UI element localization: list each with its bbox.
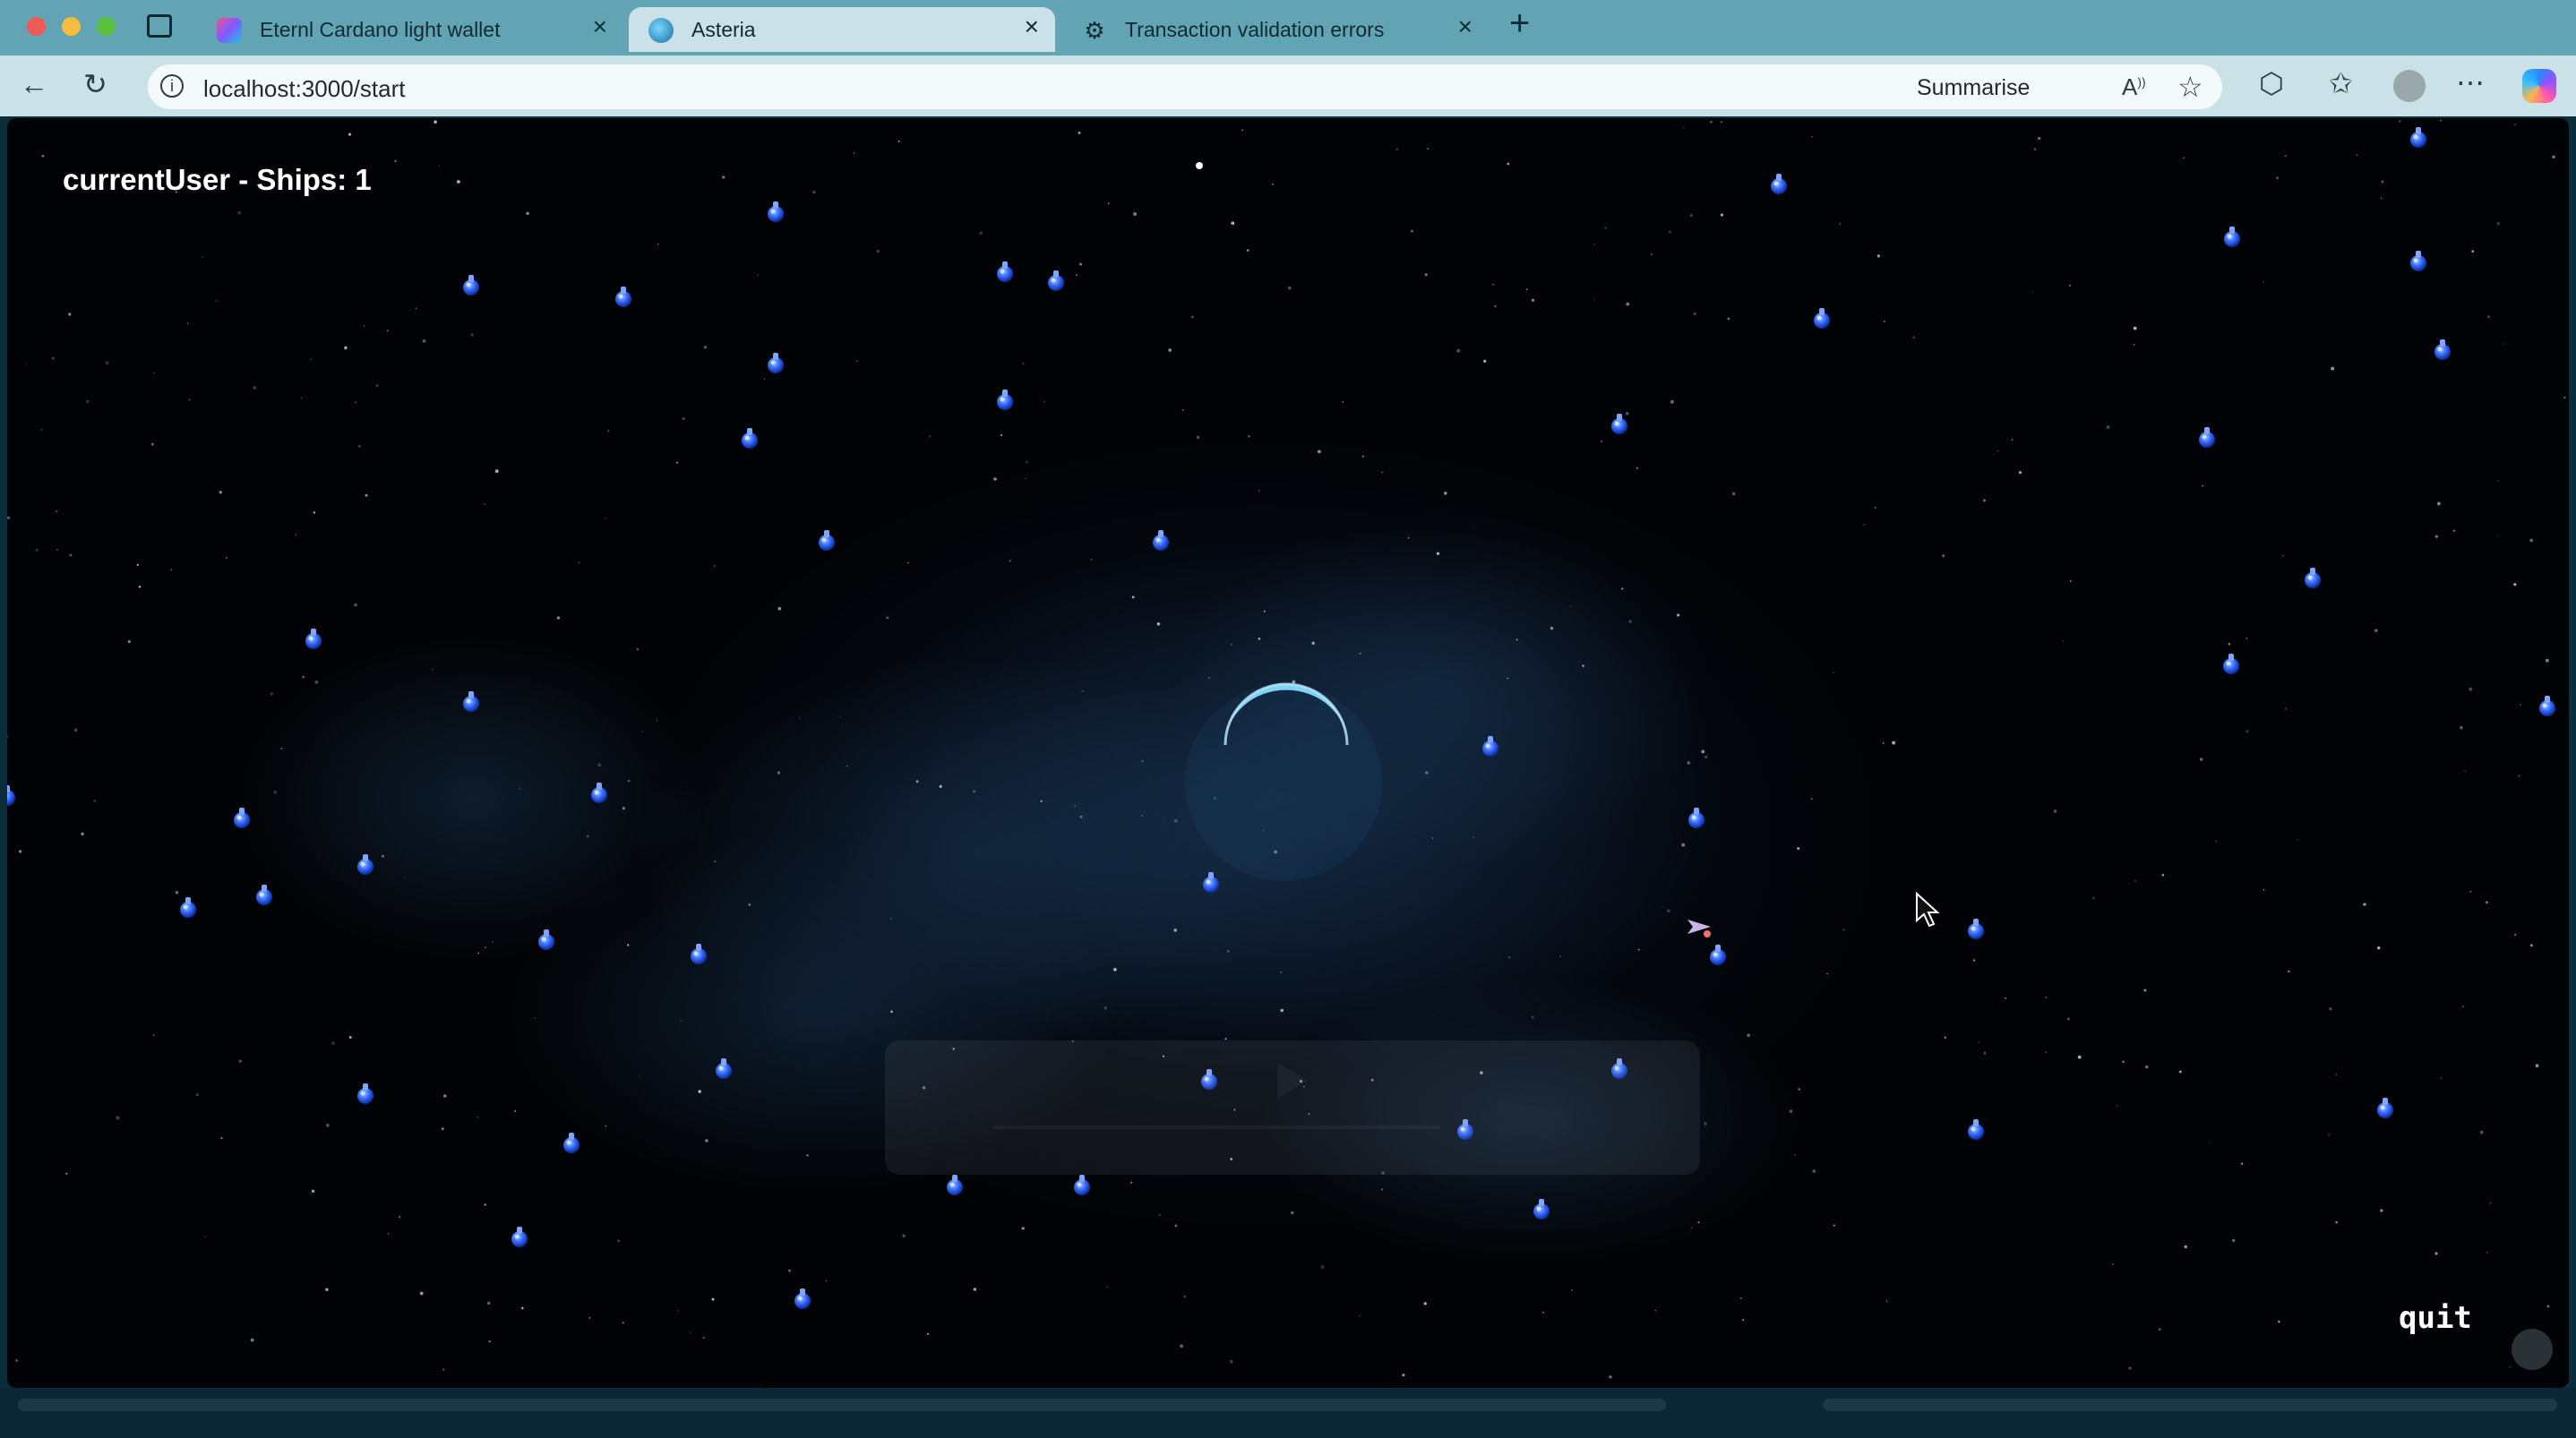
fuel-pellet-icon (2434, 339, 2451, 360)
fuel-pellet-icon (615, 287, 631, 307)
extensions-icon[interactable]: ⬡ (2259, 69, 2284, 98)
video-controls-overlay (885, 1040, 1700, 1175)
browser-toolbar: ← ↻ i localhost:3000/start Summarise A))… (0, 56, 2576, 116)
player-status-label: currentUser - Ships: 1 (63, 163, 372, 196)
fuel-pellet-icon (819, 530, 835, 551)
favorite-star-icon[interactable]: ☆ (2177, 70, 2203, 104)
eternl-favicon-icon (217, 18, 242, 43)
player-ship-icon[interactable] (1687, 920, 1711, 937)
fuel-pellet-icon (742, 428, 758, 449)
fuel-pellet-icon (305, 629, 322, 649)
fuel-pellet-icon (1771, 174, 1787, 194)
fuel-pellet-icon (511, 1227, 528, 1247)
minimize-window-button[interactable] (62, 17, 81, 36)
fuel-pellet-icon (256, 885, 272, 905)
secondary-track (1823, 1399, 2557, 1411)
quit-button[interactable]: quit (2399, 1300, 2472, 1336)
fuel-pellet-icon (1611, 414, 1627, 434)
read-aloud-icon[interactable]: A)) (2122, 73, 2146, 101)
fuel-pellet-icon (180, 897, 196, 918)
fuel-pellet-icon (2223, 654, 2239, 674)
bottom-status-bar (0, 1388, 2576, 1438)
fuel-pellet-icon (997, 389, 1013, 410)
fuel-pellet-icon (563, 1133, 580, 1153)
close-tab-icon[interactable]: × (1458, 14, 1473, 39)
fuel-pellet-icon (2199, 427, 2215, 448)
fuel-pellet-icon (997, 261, 1013, 282)
fuel-pellet-icon (1968, 919, 1984, 939)
address-bar[interactable]: i localhost:3000/start Summarise A)) ☆ (148, 64, 2222, 109)
url-text[interactable]: localhost:3000/start (203, 75, 405, 103)
bright-star (1196, 162, 1203, 169)
tab-eternl[interactable]: Eternl Cardano light wallet × (197, 7, 623, 52)
game-viewport[interactable]: currentUser - Ships: 1 quit (7, 118, 2569, 1388)
fuel-pellet-icon (1814, 308, 1830, 329)
starfield (7, 119, 2566, 1387)
fuel-pellet-icon (2539, 696, 2555, 716)
screenshot-scan-icon[interactable] (2512, 1329, 2553, 1370)
planet-icon (1185, 682, 1382, 881)
browser-chrome: Eternl Cardano light wallet × Asteria × … (0, 0, 2576, 116)
profile-avatar[interactable] (2393, 70, 2426, 102)
gear-favicon-icon: ⚙ (1084, 17, 1105, 44)
more-menu-icon[interactable]: ⋯ (2456, 68, 2485, 97)
progress-track (18, 1399, 1666, 1411)
fuel-pellet-icon (7, 785, 15, 806)
fuel-pellet-icon (1968, 1119, 1984, 1140)
tab-title: Asteria (691, 18, 756, 41)
tab-title: Eternl Cardano light wallet (260, 18, 501, 41)
fuel-pellet-icon (463, 275, 479, 295)
maximize-window-button[interactable] (97, 17, 116, 36)
reload-icon[interactable]: ↻ (83, 70, 107, 98)
fuel-pellet-icon (794, 1288, 811, 1309)
fuel-pellet-icon (1710, 945, 1726, 965)
fuel-pellet-icon (2305, 568, 2321, 588)
fuel-pellet-icon (2377, 1098, 2393, 1118)
fuel-pellet-icon (2224, 227, 2240, 247)
tab-transaction-errors[interactable]: ⚙ Transaction validation errors × (1062, 7, 1489, 52)
summarise-button[interactable]: Summarise (1917, 75, 2030, 101)
fuel-pellet-icon (357, 1083, 374, 1104)
favorites-icon[interactable]: ✩ (2329, 69, 2353, 98)
copilot-icon[interactable] (2522, 69, 2556, 103)
fuel-pellet-icon (1153, 530, 1169, 551)
site-info-icon[interactable]: i (160, 74, 184, 98)
close-tab-icon[interactable]: × (1025, 14, 1039, 39)
fuel-pellet-icon (768, 201, 784, 222)
tab-title: Transaction validation errors (1125, 18, 1385, 41)
fuel-pellet-icon (1074, 1175, 1090, 1195)
tab-actions-icon[interactable] (147, 14, 172, 38)
fuel-pellet-icon (947, 1175, 963, 1195)
back-arrow-icon[interactable]: ← (20, 70, 48, 98)
fuel-pellet-icon (768, 353, 784, 373)
mouse-cursor-icon (1916, 891, 1940, 928)
new-tab-button[interactable]: + (1509, 5, 1530, 41)
close-window-button[interactable] (27, 17, 46, 36)
close-tab-icon[interactable]: × (593, 14, 607, 39)
globe-favicon-icon (648, 18, 674, 43)
fuel-pellet-icon (2410, 251, 2426, 271)
fuel-pellet-icon (2410, 127, 2426, 148)
fuel-pellet-icon (1048, 270, 1064, 291)
tab-asteria[interactable]: Asteria × (629, 7, 1055, 52)
tab-bar: Eternl Cardano light wallet × Asteria × … (0, 0, 2576, 56)
